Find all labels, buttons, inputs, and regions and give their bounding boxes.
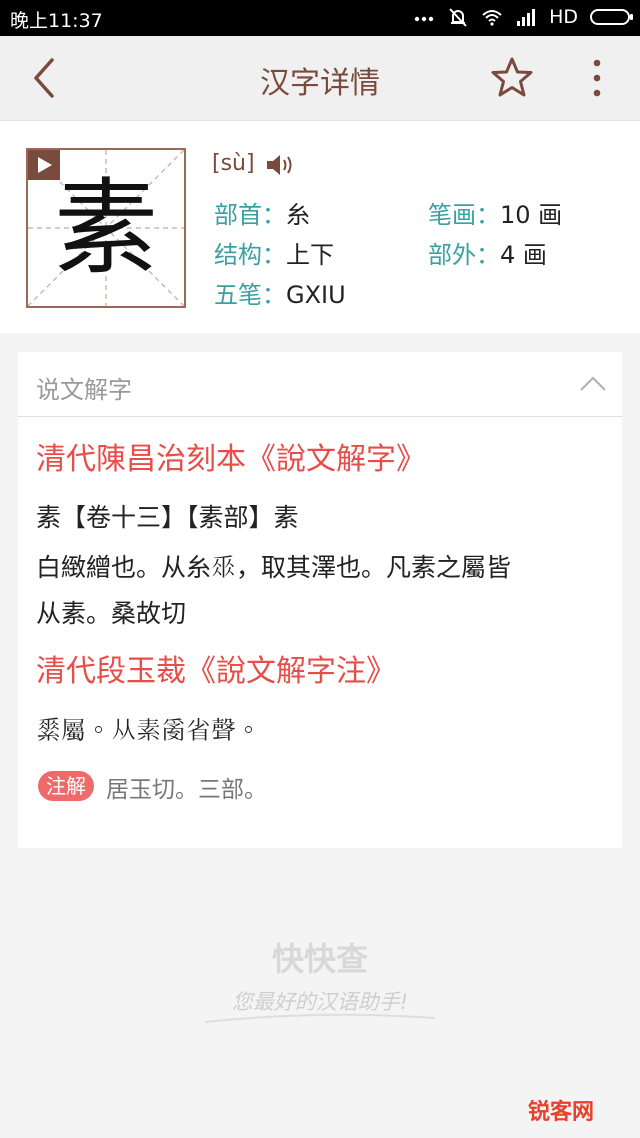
strokes-row: 笔画：10 画 (428, 195, 562, 230)
more-button[interactable] (582, 54, 612, 102)
nav-bar: 汉字详情 (0, 36, 640, 121)
note-badge: 注解 (38, 771, 94, 801)
extra-strokes-row: 部外：4 画 (428, 235, 547, 270)
dict-source-title: 清代段玉裁《說文解字注》 (36, 654, 396, 689)
stroke-animation-play-button[interactable] (28, 150, 60, 180)
watermark-text: 锐客网 (527, 1100, 594, 1125)
extra-strokes-value: 4 画 (500, 241, 547, 269)
entry-line: 素【卷十三】【素部】素 (36, 503, 299, 532)
play-icon (38, 157, 52, 173)
strokes-value: 10 画 (500, 201, 563, 229)
wubi-value: GXIU (286, 281, 346, 309)
wubi-label: 五笔： (214, 281, 286, 309)
character-box[interactable]: 素 (26, 148, 186, 308)
definition-line: 从素。桑故切 (36, 599, 187, 628)
character-card: 素 [sù] 部首：糸 笔画：10 画 结构：上下 部外：4 画 五笔：GXIU (0, 121, 640, 333)
wubi-row: 五笔：GXIU (214, 275, 346, 310)
dict-source-title: 清代陳昌治刻本《說文解字》 (36, 442, 426, 477)
speaker-icon[interactable] (264, 151, 296, 179)
panel-header[interactable]: 说文解字 (18, 352, 622, 417)
structure-label: 结构： (214, 241, 286, 269)
wifi-icon (482, 10, 502, 26)
star-outline-icon (491, 57, 533, 97)
chevron-up-icon[interactable] (578, 372, 608, 394)
structure-value: 上下 (286, 241, 334, 269)
definition-line: 白緻繒也。从糸𠂹，取其澤也。凡素之屬皆 (36, 553, 512, 582)
pinyin: [sù] (212, 151, 255, 176)
strokes-label: 笔画： (428, 201, 500, 229)
status-time: 晚上11:37 (10, 10, 103, 32)
panel-title: 说文解字 (36, 376, 132, 404)
extra-strokes-label: 部外： (428, 241, 500, 269)
network-type-label: HD (549, 6, 578, 28)
swoosh-decoration (204, 1013, 436, 1023)
more-vertical-icon (593, 59, 601, 97)
dots-icon (414, 16, 434, 22)
radical-label: 部首： (214, 201, 286, 229)
favorite-button[interactable] (488, 54, 536, 102)
battery-icon (590, 9, 633, 25)
mute-bell-icon (449, 8, 467, 27)
structure-row: 结构：上下 (214, 235, 334, 270)
radical-value: 糸 (286, 201, 310, 229)
app-logo: 快快查 (271, 940, 368, 978)
status-bar: 晚上11:37 HD (0, 0, 640, 36)
radical-row: 部首：糸 (214, 195, 310, 230)
shuowen-panel: 说文解字 清代陳昌治刻本《說文解字》 素【卷十三】【素部】素 白緻繒也。从糸𠂹，… (18, 352, 622, 848)
note-text: 居玉切。三部。 (106, 777, 267, 803)
definition-line: 𦃃屬。从素𤔔省聲。 (36, 716, 262, 745)
signal-icon (517, 9, 536, 26)
status-icons: HD (413, 6, 633, 28)
page-title: 汉字详情 (260, 66, 380, 101)
